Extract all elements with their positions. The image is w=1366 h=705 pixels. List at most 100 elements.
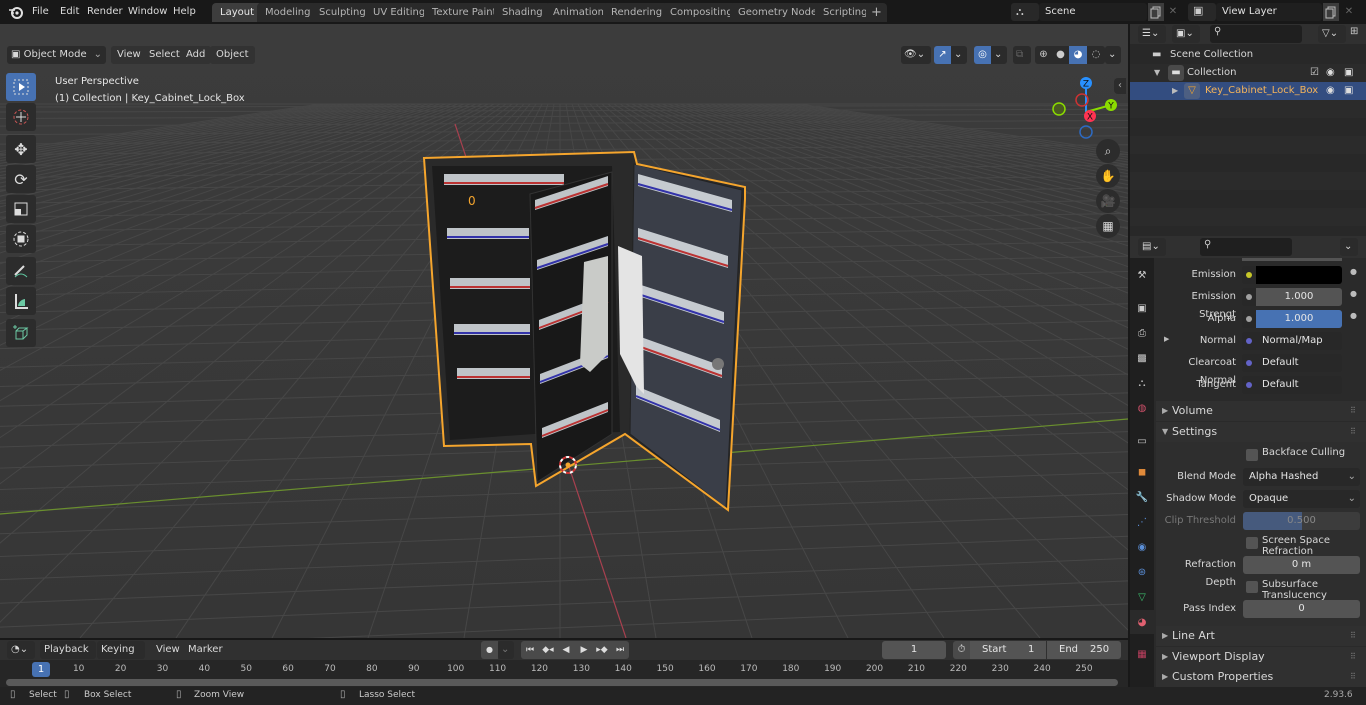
zoom-view-icon[interactable]: ⌕ [1096,139,1120,163]
drag-handle-icon[interactable]: ⠿ [1350,401,1356,421]
socket-link-field[interactable]: Default [1256,376,1342,394]
socket-button[interactable] [1242,288,1256,306]
jump-to-prev-keyframe-icon[interactable]: ◆◂ [539,641,557,659]
view-layer-close-icon[interactable]: ✕ [1341,3,1357,21]
rendered-shading-icon[interactable]: ◌ [1087,46,1105,64]
pan-view-hand-icon[interactable]: ✋ [1096,164,1120,188]
shading-dropdown[interactable]: ⌄ [1105,46,1121,64]
perspective-grid-icon[interactable]: ▦ [1096,214,1120,238]
tab-modifiers-wrench-icon[interactable]: 🔧 [1130,485,1154,509]
panel-line-art[interactable]: ▶ Line Art ⠿ [1156,626,1366,646]
menu-help[interactable]: Help [168,3,201,21]
tab-particles-icon[interactable]: ⋰ [1130,510,1154,534]
expand-arrow-icon[interactable]: ▶ [1164,335,1169,343]
drag-handle-icon[interactable]: ⠿ [1350,667,1356,687]
camera-render-icon[interactable]: ▣ [1344,82,1353,100]
menu-render[interactable]: Render [82,3,128,21]
viewport-menu-add[interactable]: Add [180,46,212,64]
playhead[interactable]: 1 [32,662,50,677]
scene-type-dropdown[interactable]: ⛬ [1011,3,1039,21]
screen-space-refraction-checkbox[interactable] [1246,537,1258,549]
tab-material-icon[interactable]: ◕ [1130,610,1154,634]
tab-layout[interactable]: Layout [212,3,262,22]
drag-handle-icon[interactable]: ⠿ [1350,647,1356,667]
timeline-editor-type-dropdown[interactable]: ◔⌄ [7,641,35,659]
timeline-area[interactable]: 10 20 30 40 50 60 70 80 90 100 110 120 130 140 150 160 1… [0,660,1128,687]
expand-arrow-icon[interactable]: ▼ [1154,64,1160,82]
properties-editor-type-dropdown[interactable]: ▤⌄ [1138,238,1166,256]
blender-logo-icon[interactable] [8,4,24,20]
refraction-depth-field[interactable]: 0 m [1243,556,1360,574]
gizmo-dropdown[interactable]: ⌄ [951,46,967,64]
xray-toggle-icon[interactable]: ⧉ [1013,46,1031,64]
timeline-menu-marker[interactable]: Marker [182,641,229,659]
keyframe-dot-icon[interactable]: ● [1350,311,1357,320]
gizmo-toggle-icon[interactable]: ↗ [934,46,951,64]
emission-color-swatch[interactable] [1256,266,1342,284]
exclude-checkbox-icon[interactable]: ☑ [1310,64,1319,82]
overlays-toggle-icon[interactable]: ◎ [974,46,991,64]
wireframe-shading-icon[interactable]: ⊕ [1035,46,1052,64]
alpha-slider[interactable]: 1.000 [1256,310,1342,328]
panel-volume[interactable]: ▶ Volume ⠿ [1156,401,1366,421]
keyframe-dot-icon[interactable]: ● [1350,289,1357,298]
eye-icon[interactable]: ◉ [1326,82,1335,100]
tab-view-layer-icon[interactable]: ▩ [1130,346,1154,370]
eye-icon[interactable]: ◉ [1326,64,1335,82]
timeline-scrollbar[interactable] [6,679,1118,686]
select-box-tool[interactable] [6,73,36,101]
keying-menu[interactable]: Keying ⌄ [97,641,145,673]
tab-constraints-icon[interactable]: ⊛ [1130,560,1154,584]
view-layer-dropdown[interactable]: ▣ [1188,3,1216,21]
cursor-tool[interactable] [6,103,36,131]
scene-close-icon[interactable]: ✕ [1165,3,1181,21]
outliner-search-input[interactable]: ⚲ [1210,25,1302,43]
socket-button[interactable] [1242,376,1256,394]
expand-arrow-icon[interactable]: ▶ [1172,82,1178,100]
add-cube-tool[interactable] [6,319,36,347]
gizmo-neg-y[interactable] [1052,102,1066,116]
backface-culling-checkbox[interactable] [1246,449,1258,461]
play-icon[interactable]: ▶ [575,641,593,659]
socket-button[interactable] [1242,354,1256,372]
play-reverse-icon[interactable]: ◀ [557,641,575,659]
socket-button[interactable] [1242,310,1256,328]
visibility-dropdown[interactable]: 👁⌄ [901,46,931,64]
display-mode-dropdown[interactable]: ▣⌄ [1172,25,1200,43]
transform-tool[interactable] [6,225,36,253]
auto-keying-record-icon[interactable]: ● [481,641,498,659]
menu-edit[interactable]: Edit [55,3,84,21]
add-workspace-button[interactable]: + [866,3,887,22]
tab-texture-icon[interactable]: ▦ [1130,642,1154,666]
current-frame-field[interactable]: 1 [882,641,946,659]
sidebar-toggle-icon[interactable]: ‹ [1114,78,1126,94]
tab-collection-icon[interactable]: ▭ [1130,429,1154,453]
keying-set-dropdown[interactable]: ⌄ [498,641,514,659]
new-collection-icon[interactable]: ⊞ [1350,26,1364,42]
mode-dropdown[interactable]: ▣ Object Mode ⌄ [7,46,106,64]
blend-mode-dropdown[interactable]: Alpha Hashed ⌄ [1243,468,1360,486]
start-frame-field[interactable]: Start 1 [970,641,1046,659]
end-frame-field[interactable]: End 250 [1047,641,1121,659]
timeline-menu-view[interactable]: View [150,641,186,659]
socket-link-field[interactable]: Normal/Map [1256,332,1342,350]
navigation-gizmo[interactable]: Z Y X [1045,72,1125,142]
drag-handle-icon[interactable]: ⠿ [1350,422,1356,442]
tab-render-icon[interactable]: ▣ [1130,296,1154,320]
panel-viewport-display[interactable]: ▶ Viewport Display ⠿ [1156,647,1366,667]
tab-modeling[interactable]: Modeling [257,3,319,22]
tab-world-icon[interactable]: ◍ [1130,396,1154,420]
subsurface-translucency-checkbox[interactable] [1246,581,1258,593]
jump-to-next-keyframe-icon[interactable]: ▸◆ [593,641,611,659]
socket-link-field[interactable]: Default [1256,354,1342,372]
playback-menu[interactable]: Playback ⌄ [40,641,96,673]
tab-uv-editing[interactable]: UV Editing [365,3,434,22]
menu-window[interactable]: Window [123,3,172,21]
properties-options-dropdown[interactable]: ⌄ [1340,238,1358,256]
outliner-editor-type-dropdown[interactable]: ☰⌄ [1138,25,1166,43]
filter-dropdown[interactable]: ▽⌄ [1318,25,1346,43]
material-preview-shading-icon[interactable]: ◕ [1069,46,1087,64]
tab-scene-icon[interactable]: ⛬ [1130,371,1154,395]
move-tool[interactable]: ✥ [6,135,36,163]
overlays-dropdown[interactable]: ⌄ [991,46,1007,64]
